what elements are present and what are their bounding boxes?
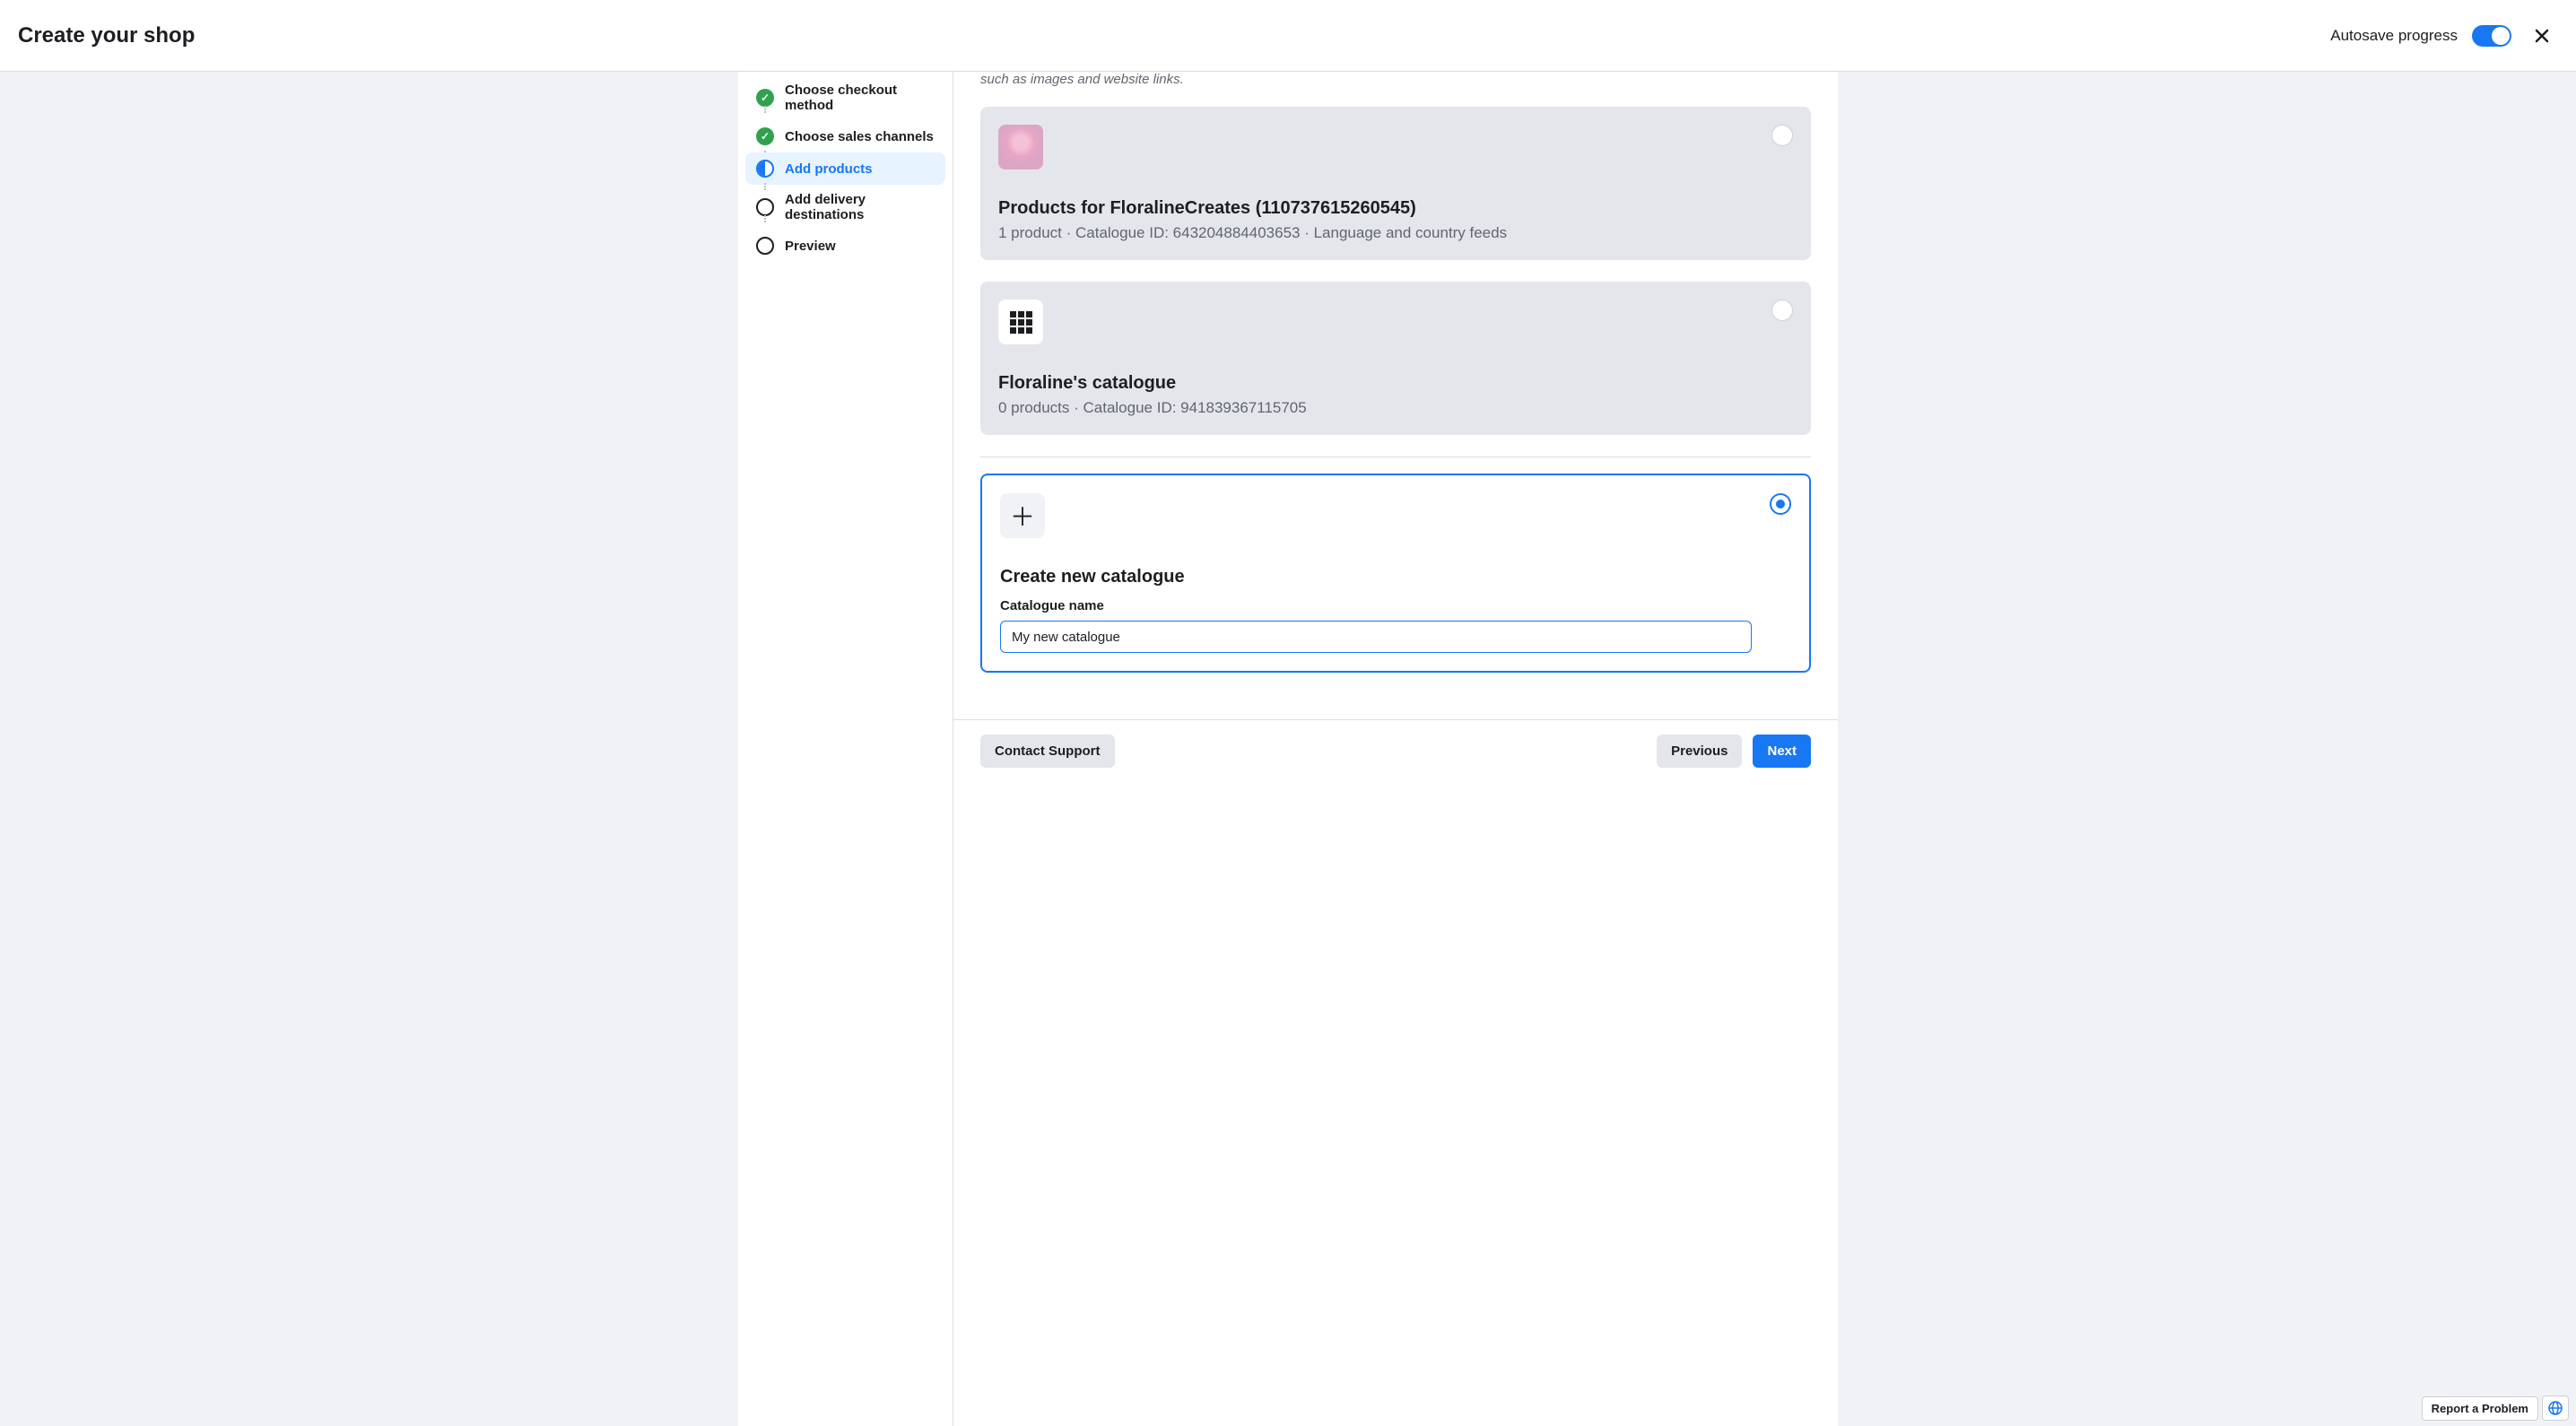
contact-support-button[interactable]: Contact Support [980,735,1115,768]
content-inner: such as images and website links. Produc… [953,72,1838,691]
step-checkout-method[interactable]: Choose checkout method [745,75,945,120]
catalogue-radio[interactable] [1771,125,1793,146]
content-wrapper: Choose checkout method Choose sales chan… [738,72,1838,1426]
step-label: Choose checkout method [785,83,935,113]
content-area[interactable]: such as images and website links. Produc… [953,72,1838,1426]
autosave-label: Autosave progress [2330,27,2458,45]
catalogue-thumbnail [998,125,1043,170]
page-title: Create your shop [18,23,195,48]
next-button[interactable]: Next [1753,735,1811,768]
catalogue-name-input[interactable] [1000,621,1752,653]
step-delivery-destinations[interactable]: Add delivery destinations [745,185,945,230]
catalogue-title: Floraline's catalogue [998,373,1793,394]
main-container: Choose checkout method Choose sales chan… [0,72,2576,1426]
autosave-toggle[interactable] [2472,25,2511,47]
circle-icon [756,198,774,216]
report-problem-button[interactable]: Report a Problem [2422,1396,2538,1421]
plus-icon: ＋ [1010,498,1035,534]
plus-thumbnail: ＋ [1000,493,1045,538]
catalogue-card-floraline[interactable]: Floraline's catalogue 0 products · Catal… [980,282,1811,435]
close-icon [2533,27,2551,45]
catalogue-name-label: Catalogue name [1000,598,1791,613]
catalogue-meta: 1 product · Catalogue ID: 64320488440365… [998,224,1793,242]
close-button[interactable] [2526,20,2558,52]
catalogue-title: Products for FloralineCreates (110737615… [998,198,1793,219]
header-controls: Autosave progress [2330,20,2558,52]
footer: Contact Support Previous Next [953,719,1838,782]
catalogue-thumbnail [998,300,1043,344]
half-circle-icon [756,160,774,178]
step-label: Add products [785,161,873,177]
step-add-products[interactable]: Add products [745,152,945,185]
new-catalogue-title: Create new catalogue [1000,567,1791,587]
footer-nav: Previous Next [1657,735,1811,768]
truncated-description: such as images and website links. [980,72,1811,91]
create-new-catalogue-card[interactable]: ＋ Create new catalogue Catalogue name [980,474,1811,673]
step-label: Preview [785,239,836,254]
step-sales-channels[interactable]: Choose sales channels [745,120,945,152]
catalogue-radio[interactable] [1771,300,1793,321]
catalogue-card-products[interactable]: Products for FloralineCreates (110737615… [980,107,1811,260]
check-icon [756,127,774,145]
language-button[interactable] [2542,1396,2569,1421]
catalogue-meta: 0 products · Catalogue ID: 9418393671157… [998,399,1793,417]
step-label: Choose sales channels [785,129,934,144]
grid-icon [1010,311,1032,334]
catalogue-radio-selected[interactable] [1770,493,1791,515]
divider [980,456,1811,457]
step-connector [764,215,766,222]
check-icon [756,89,774,107]
step-preview[interactable]: Preview [745,230,945,262]
step-label: Add delivery destinations [785,192,935,222]
previous-button[interactable]: Previous [1657,735,1742,768]
header: Create your shop Autosave progress [0,0,2576,72]
step-connector [764,106,766,113]
sidebar: Choose checkout method Choose sales chan… [738,72,953,1426]
globe-icon [2548,1401,2563,1415]
circle-icon [756,237,774,255]
